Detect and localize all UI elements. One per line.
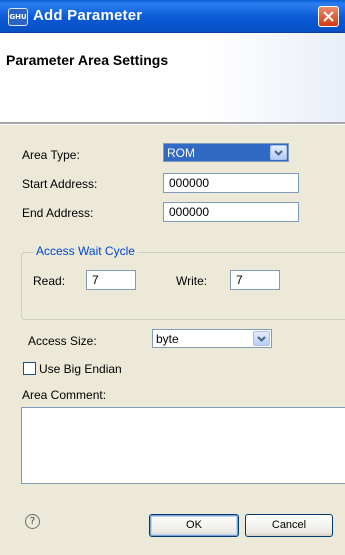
title-bar[interactable]: GHU Add Parameter: [0, 0, 345, 33]
dropdown-arrow-button[interactable]: [270, 145, 287, 160]
area-type-value: ROM: [167, 146, 195, 160]
access-size-dropdown[interactable]: byte: [152, 329, 272, 348]
dropdown-arrow-button[interactable]: [253, 331, 270, 346]
big-endian-label[interactable]: Use Big Endian: [39, 362, 122, 376]
read-label: Read:: [33, 274, 66, 288]
page-title: Parameter Area Settings: [6, 52, 169, 68]
area-comment-textarea[interactable]: [21, 407, 345, 484]
area-type-label: Area Type:: [22, 148, 80, 162]
write-label: Write:: [176, 274, 208, 288]
write-input[interactable]: 7: [230, 270, 280, 290]
close-button[interactable]: [318, 6, 339, 27]
ok-button[interactable]: OK: [149, 514, 239, 537]
app-icon: GHU: [8, 8, 28, 26]
read-value: 7: [92, 273, 99, 287]
chevron-down-icon: [274, 150, 283, 156]
area-comment-label: Area Comment:: [22, 388, 107, 402]
header-banner: Parameter Area Settings: [0, 33, 345, 122]
end-address-label: End Address:: [22, 206, 94, 220]
window-title: Add Parameter: [33, 7, 143, 24]
access-wait-cycle-title: Access Wait Cycle: [34, 244, 137, 258]
close-icon: [323, 11, 334, 22]
write-value: 7: [236, 273, 243, 287]
chevron-down-icon: [257, 336, 266, 342]
read-input[interactable]: 7: [86, 270, 136, 290]
start-address-value: 000000: [169, 176, 210, 190]
access-size-value: byte: [156, 332, 179, 346]
big-endian-checkbox[interactable]: [23, 362, 36, 375]
cancel-button[interactable]: Cancel: [245, 514, 333, 537]
start-address-input[interactable]: 000000: [163, 173, 299, 193]
access-size-label: Access Size:: [28, 334, 97, 348]
start-address-label: Start Address:: [22, 177, 98, 191]
end-address-value: 000000: [169, 205, 210, 219]
area-type-dropdown[interactable]: ROM: [163, 143, 289, 162]
help-icon[interactable]: ?: [25, 514, 40, 529]
end-address-input[interactable]: 000000: [163, 202, 299, 222]
